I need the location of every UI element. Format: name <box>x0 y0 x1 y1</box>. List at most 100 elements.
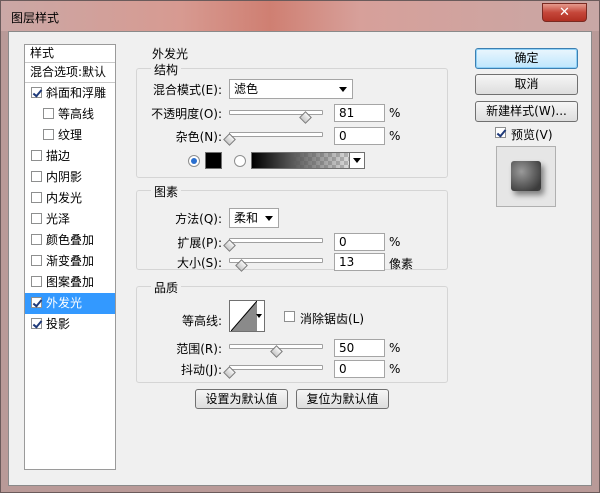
layer-style-dialog: 图层样式 ✕ 样式 混合选项:默认 斜面和浮雕等高线纹理描边内阴影内发光光泽颜色… <box>0 0 600 493</box>
chevron-down-icon <box>339 87 347 92</box>
opacity-input[interactable]: 81 <box>334 104 385 122</box>
technique-select[interactable]: 柔和 <box>229 208 279 228</box>
jitter-input[interactable]: 0 <box>334 360 385 378</box>
antialias-label: 消除锯齿(L) <box>300 312 365 326</box>
chevron-down-icon <box>265 216 273 221</box>
style-checkbox[interactable] <box>31 87 42 98</box>
size-input[interactable]: 13 <box>334 253 385 271</box>
range-unit: % <box>389 341 401 355</box>
noise-input[interactable]: 0 <box>334 127 385 145</box>
spread-slider-track[interactable] <box>229 238 323 243</box>
style-list-item[interactable]: 斜面和浮雕 <box>25 83 115 104</box>
style-list-item-label: 描边 <box>46 149 71 163</box>
solid-color-radio[interactable] <box>188 155 200 167</box>
style-list-item[interactable]: 内发光 <box>25 188 115 209</box>
style-list-item-label: 外发光 <box>46 296 83 310</box>
new-style-button[interactable]: 新建样式(W)... <box>475 101 578 122</box>
style-list-item[interactable]: 等高线 <box>25 104 115 125</box>
style-list-item[interactable]: 渐变叠加 <box>25 251 115 272</box>
style-list-item[interactable]: 颜色叠加 <box>25 230 115 251</box>
opacity-label: 不透明度(O): <box>151 107 222 121</box>
style-list-header[interactable]: 样式 <box>25 45 115 63</box>
gradient-swatch[interactable] <box>251 152 365 169</box>
style-list-item[interactable]: 光泽 <box>25 209 115 230</box>
technique-label: 方法(Q): <box>175 212 222 226</box>
style-list-item[interactable]: 外发光 <box>25 293 115 314</box>
reset-default-button[interactable]: 复位为默认值 <box>296 389 389 409</box>
style-checkbox[interactable] <box>31 297 42 308</box>
jitter-label: 抖动(J): <box>181 363 222 377</box>
window-title: 图层样式 <box>11 11 60 25</box>
style-list-item[interactable]: 纹理 <box>25 125 115 146</box>
style-checkbox[interactable] <box>31 276 42 287</box>
style-list-item-label: 内发光 <box>46 191 83 205</box>
style-checkbox[interactable] <box>31 255 42 266</box>
noise-slider-thumb[interactable] <box>223 133 237 147</box>
range-input[interactable]: 50 <box>334 339 385 357</box>
ok-button[interactable]: 确定 <box>475 48 578 69</box>
style-list-item-label: 投影 <box>46 317 71 331</box>
style-list-item[interactable]: 描边 <box>25 146 115 167</box>
style-checkbox[interactable] <box>31 318 42 329</box>
title-bar[interactable]: 图层样式 ✕ <box>1 1 599 31</box>
quality-title: 品质 <box>151 279 182 296</box>
size-slider-thumb[interactable] <box>235 259 249 273</box>
style-checkbox[interactable] <box>43 129 54 140</box>
style-list-item[interactable]: 投影 <box>25 314 115 335</box>
style-list-item-label: 渐变叠加 <box>46 254 95 268</box>
gradient-radio[interactable] <box>234 155 246 167</box>
size-unit: 像素 <box>389 257 414 271</box>
make-default-button[interactable]: 设置为默认值 <box>195 389 288 409</box>
style-list-item-label: 等高线 <box>58 107 95 121</box>
noise-slider-track[interactable] <box>229 132 323 137</box>
jitter-slider-thumb[interactable] <box>223 366 237 380</box>
cancel-button[interactable]: 取消 <box>475 74 578 95</box>
opacity-unit: % <box>389 106 401 120</box>
style-list-item-label: 内阴影 <box>46 170 83 184</box>
elements-group: 图素 方法(Q): 柔和 扩展(P): 0 % 大小(S): 13 像素 <box>136 183 448 273</box>
blend-mode-label: 混合模式(E): <box>153 83 222 97</box>
style-list-item-label: 颜色叠加 <box>46 233 95 247</box>
preview-label: 预览(V) <box>511 128 553 142</box>
structure-title: 结构 <box>151 61 182 78</box>
chevron-down-icon <box>256 314 262 318</box>
chevron-down-icon <box>353 158 361 163</box>
preview-checkbox[interactable] <box>495 127 506 138</box>
spread-slider-thumb[interactable] <box>223 239 237 253</box>
close-button[interactable]: ✕ <box>542 3 587 22</box>
style-checkbox[interactable] <box>31 150 42 161</box>
antialias-checkbox[interactable] <box>284 311 295 322</box>
jitter-slider-track[interactable] <box>229 365 323 370</box>
style-checkbox[interactable] <box>31 234 42 245</box>
style-checkbox[interactable] <box>43 108 54 119</box>
style-preview-thumbnail <box>496 146 556 207</box>
style-list-item[interactable]: 内阴影 <box>25 167 115 188</box>
style-checkbox[interactable] <box>31 213 42 224</box>
style-list-item-label: 斜面和浮雕 <box>46 86 107 100</box>
style-list-item-label: 纹理 <box>58 128 83 142</box>
glow-color-swatch[interactable] <box>205 152 222 169</box>
range-slider-thumb[interactable] <box>270 345 284 359</box>
style-list-item-label: 光泽 <box>46 212 71 226</box>
opacity-slider-thumb[interactable] <box>299 111 313 125</box>
range-label: 范围(R): <box>176 342 222 356</box>
elements-title: 图素 <box>151 183 182 200</box>
style-list-item[interactable]: 图案叠加 <box>25 272 115 293</box>
size-label: 大小(S): <box>176 256 222 270</box>
gradient-picker-button[interactable] <box>349 152 365 169</box>
close-icon: ✕ <box>559 5 570 20</box>
technique-value: 柔和 <box>234 211 259 225</box>
outer-glow-title: 外发光 <box>149 45 192 62</box>
noise-unit: % <box>389 129 401 143</box>
noise-label: 杂色(N): <box>175 130 222 144</box>
spread-unit: % <box>389 235 401 249</box>
spread-input[interactable]: 0 <box>334 233 385 251</box>
preview-swatch <box>511 161 541 191</box>
jitter-unit: % <box>389 362 401 376</box>
blend-mode-select[interactable]: 滤色 <box>229 79 353 99</box>
style-checkbox[interactable] <box>31 171 42 182</box>
contour-curve-icon <box>231 301 257 331</box>
contour-picker[interactable] <box>229 300 265 332</box>
style-checkbox[interactable] <box>31 192 42 203</box>
blending-options-item[interactable]: 混合选项:默认 <box>25 63 115 83</box>
